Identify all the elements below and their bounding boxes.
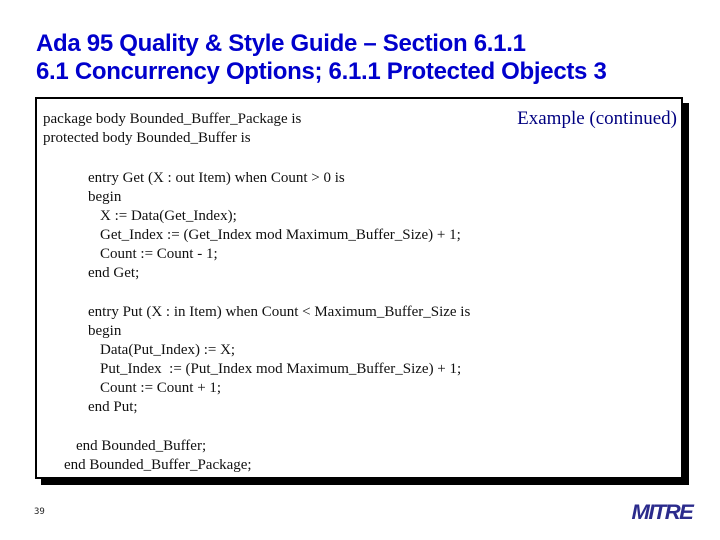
code-line: end Get; [88, 265, 140, 281]
example-caption: Example (continued) [517, 108, 677, 129]
code-line: end Bounded_Buffer_Package; [64, 457, 252, 473]
code-line: end Bounded_Buffer; [76, 438, 207, 454]
code-line: begin [88, 189, 122, 205]
code-line: Get_Index := (Get_Index mod Maximum_Buff… [100, 227, 461, 243]
slide-title: Ada 95 Quality & Style Guide – Section 6… [36, 30, 607, 86]
title-line-1: Ada 95 Quality & Style Guide – Section 6… [36, 30, 526, 57]
code-box: Example (continued) package body Bounded… [35, 97, 683, 479]
code-line: Count := Count - 1; [100, 246, 218, 262]
code-line: end Put; [88, 399, 138, 415]
code-line: Data(Put_Index) := X; [100, 342, 236, 358]
code-line: entry Get (X : out Item) when Count > 0 … [88, 170, 345, 186]
code-listing: package body Bounded_Buffer_Package is p… [37, 99, 470, 473]
page-number: 39 [34, 507, 45, 517]
code-line: protected body Bounded_Buffer is [43, 130, 251, 146]
code-line: X := Data(Get_Index); [100, 208, 237, 224]
mitre-logo: MITRE [631, 501, 694, 524]
code-line: begin [88, 323, 122, 339]
title-line-2: 6.1 Concurrency Options; 6.1.1 Protected… [36, 58, 607, 85]
code-line: Count := Count + 1; [100, 380, 222, 396]
code-line: Put_Index := (Put_Index mod Maximum_Buff… [100, 361, 462, 377]
code-line: entry Put (X : in Item) when Count < Max… [88, 304, 471, 320]
code-line: package body Bounded_Buffer_Package is [43, 111, 302, 127]
